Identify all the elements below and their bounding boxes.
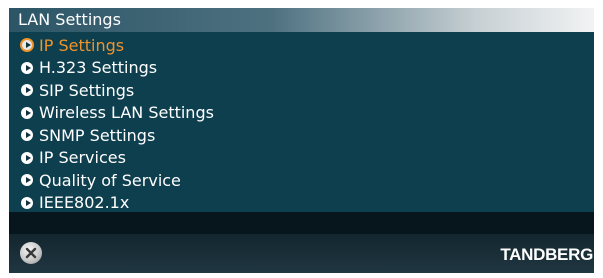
lan-settings-panel: LAN Settings IP Settings H.323 Settings … bbox=[9, 8, 594, 273]
menu-item-label: Quality of Service bbox=[39, 170, 181, 190]
bottom-bar: TANDBERG bbox=[9, 234, 594, 273]
menu-item-label: SNMP Settings bbox=[39, 125, 156, 145]
menu-item-h323-settings[interactable]: H.323 Settings bbox=[9, 57, 594, 80]
arrow-bullet-icon bbox=[21, 129, 33, 142]
footer-divider bbox=[9, 212, 594, 234]
settings-menu: IP Settings H.323 Settings SIP Settings … bbox=[9, 34, 594, 214]
arrow-bullet-icon bbox=[21, 61, 33, 74]
menu-item-ip-settings[interactable]: IP Settings bbox=[9, 34, 594, 57]
menu-item-ieee8021x[interactable]: IEEE802.1x bbox=[9, 192, 594, 215]
menu-item-sip-settings[interactable]: SIP Settings bbox=[9, 79, 594, 102]
menu-item-ip-services[interactable]: IP Services bbox=[9, 147, 594, 170]
menu-item-label: IEEE802.1x bbox=[39, 193, 130, 213]
menu-item-label: SIP Settings bbox=[39, 80, 135, 100]
arrow-bullet-icon bbox=[21, 196, 33, 209]
menu-item-snmp-settings[interactable]: SNMP Settings bbox=[9, 124, 594, 147]
arrow-bullet-icon bbox=[21, 84, 33, 97]
menu-item-quality-of-service[interactable]: Quality of Service bbox=[9, 169, 594, 192]
menu-item-label: H.323 Settings bbox=[39, 58, 158, 78]
arrow-bullet-icon bbox=[21, 174, 33, 187]
menu-item-label: IP Settings bbox=[39, 35, 125, 55]
title-bar: LAN Settings bbox=[9, 8, 594, 32]
brand-logo: TANDBERG bbox=[500, 245, 593, 264]
arrow-bullet-icon bbox=[20, 38, 34, 53]
menu-item-label: Wireless LAN Settings bbox=[39, 103, 214, 123]
page-title: LAN Settings bbox=[18, 10, 121, 29]
menu-item-label: IP Services bbox=[39, 148, 126, 168]
arrow-bullet-icon bbox=[21, 151, 33, 164]
menu-item-wireless-lan-settings[interactable]: Wireless LAN Settings bbox=[9, 102, 594, 125]
arrow-bullet-icon bbox=[21, 106, 33, 119]
close-icon[interactable] bbox=[20, 242, 42, 264]
